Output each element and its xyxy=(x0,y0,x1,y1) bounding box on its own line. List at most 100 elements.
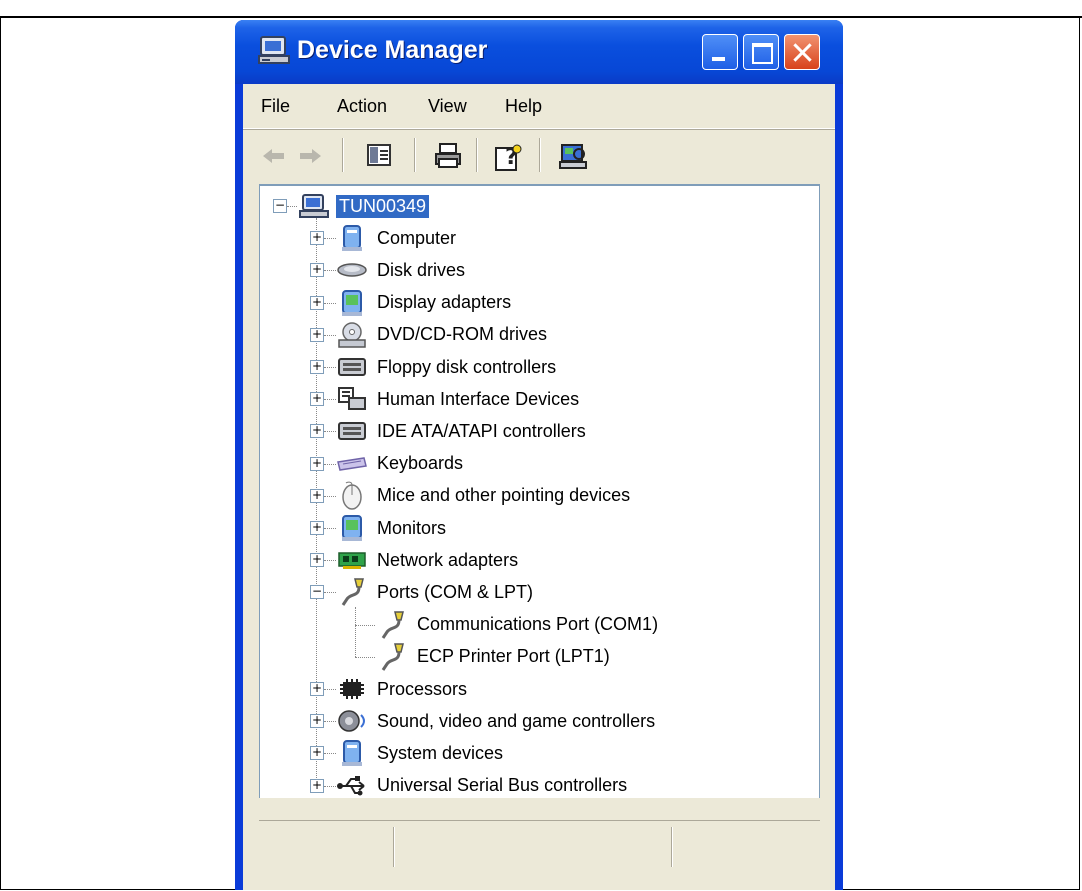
tree-connector xyxy=(324,592,336,594)
keyboard-icon xyxy=(336,450,368,478)
expand-toggle-11[interactable]: − xyxy=(310,585,324,600)
tree-connector xyxy=(324,431,336,433)
expand-toggle-3[interactable]: + xyxy=(310,327,324,342)
tree-node-label: TUN00349 xyxy=(336,194,430,218)
back-icon[interactable] xyxy=(261,146,287,166)
tree-node-label: Universal Serial Bus controllers xyxy=(377,775,628,796)
tree-category-node[interactable]: Keyboards xyxy=(336,450,466,478)
tree-node-label: Processors xyxy=(377,678,468,699)
tree-connector xyxy=(324,238,336,240)
expand-toggle-5[interactable]: + xyxy=(310,392,324,407)
device-manager-icon xyxy=(258,36,290,64)
tree-category-node[interactable]: System devices xyxy=(336,739,506,767)
tree-category-node[interactable]: DVD/CD-ROM drives xyxy=(336,321,550,349)
maximize-button[interactable] xyxy=(743,34,779,70)
toolbar-separator xyxy=(414,138,416,172)
expand-toggle-7[interactable]: + xyxy=(310,456,324,471)
mouse-icon xyxy=(336,481,368,510)
tree-node-label: Disk drives xyxy=(377,259,466,280)
device-manager-window: Device Manager File Action View Help ? −… xyxy=(235,20,843,890)
expand-toggle-10[interactable]: + xyxy=(310,553,324,568)
tree-node-label: Display adapters xyxy=(377,292,512,313)
window-title: Device Manager xyxy=(297,36,488,64)
ide-controller-icon xyxy=(336,417,368,445)
tree-node-label: Network adapters xyxy=(377,549,519,570)
tree-connector xyxy=(324,302,336,304)
sound-icon xyxy=(336,707,368,735)
expand-toggle-9[interactable]: + xyxy=(310,521,324,535)
system-device-icon xyxy=(336,739,368,767)
processor-icon xyxy=(336,675,368,703)
port-icon xyxy=(376,643,408,671)
tree-node-label: Floppy disk controllers xyxy=(377,356,557,377)
tree-category-node[interactable]: Mice and other pointing devices xyxy=(336,481,633,510)
tree-connector xyxy=(324,399,336,401)
help-icon[interactable]: ? xyxy=(493,142,523,172)
tree-connector xyxy=(324,753,336,755)
tree-category-node[interactable]: Sound, video and game controllers xyxy=(336,707,658,735)
expand-toggle-4[interactable]: + xyxy=(310,360,324,374)
expand-toggle-14[interactable]: + xyxy=(310,746,324,761)
expand-toggle-0[interactable]: + xyxy=(310,231,324,246)
tree-category-node[interactable]: Floppy disk controllers xyxy=(336,353,559,381)
menu-action[interactable]: Action xyxy=(337,96,387,117)
tree-category-node[interactable]: Monitors xyxy=(336,514,449,542)
expand-toggle-1[interactable]: + xyxy=(310,263,324,278)
tree-root-node[interactable]: TUN00349 xyxy=(298,192,430,220)
tree-connector xyxy=(324,689,336,690)
scan-hardware-icon[interactable] xyxy=(559,142,587,170)
print-icon[interactable] xyxy=(433,142,463,170)
tree-connector xyxy=(324,560,336,562)
status-bar xyxy=(259,820,820,875)
menu-view[interactable]: View xyxy=(428,96,467,117)
tree-category-node[interactable]: Processors xyxy=(336,675,470,703)
tree-category-node[interactable]: Computer xyxy=(336,224,459,252)
show-hide-console-tree-icon[interactable] xyxy=(366,142,392,168)
forward-icon[interactable] xyxy=(297,146,323,166)
tree-category-node[interactable]: Disk drives xyxy=(336,256,468,284)
tree-category-node[interactable]: Universal Serial Bus controllers xyxy=(336,772,630,800)
display-adapter-icon xyxy=(336,289,368,317)
tree-category-node[interactable]: Human Interface Devices xyxy=(336,385,582,413)
tree-connector xyxy=(324,463,336,465)
tree-connector xyxy=(324,721,336,723)
expand-toggle-2[interactable]: + xyxy=(310,295,324,310)
port-icon xyxy=(376,610,408,639)
tree-node-label: DVD/CD-ROM drives xyxy=(377,324,548,345)
tree-connector xyxy=(287,206,297,207)
root-collapse-toggle[interactable]: − xyxy=(273,199,287,213)
status-bar-divider xyxy=(671,827,673,867)
tree-category-node[interactable]: Network adapters xyxy=(336,546,521,574)
tree-device-node[interactable]: Communications Port (COM1) xyxy=(376,610,661,639)
tree-category-node[interactable]: Display adapters xyxy=(336,289,514,317)
monitor-icon xyxy=(336,514,368,542)
tree-connector xyxy=(324,495,336,497)
menu-file[interactable]: File xyxy=(261,96,290,117)
expand-toggle-15[interactable]: + xyxy=(310,778,324,793)
tree-device-node[interactable]: ECP Printer Port (LPT1) xyxy=(376,643,613,671)
device-tree[interactable]: − TUN00349 + Computer + Disk drives + Display a… xyxy=(259,184,820,798)
hid-icon xyxy=(336,385,368,413)
minimize-button[interactable] xyxy=(702,34,738,70)
tree-node-label: Communications Port (COM1) xyxy=(417,614,659,635)
expand-toggle-12[interactable]: + xyxy=(310,682,324,696)
tree-connector xyxy=(355,624,375,626)
expand-toggle-13[interactable]: + xyxy=(310,714,324,729)
tree-category-node[interactable]: IDE ATA/ATAPI controllers xyxy=(336,417,589,445)
menu-help[interactable]: Help xyxy=(505,96,542,117)
close-button[interactable] xyxy=(784,34,820,70)
tree-connector xyxy=(355,656,375,658)
menu-bar: File Action View Help xyxy=(243,84,835,129)
tree-connector xyxy=(324,334,336,336)
usb-icon xyxy=(336,772,368,800)
tree-node-label: Computer xyxy=(377,227,457,248)
computer-icon xyxy=(336,224,368,252)
expand-toggle-8[interactable]: + xyxy=(310,488,324,503)
root-computer-icon xyxy=(298,192,330,220)
expand-toggle-6[interactable]: + xyxy=(310,424,324,439)
tree-connector xyxy=(324,785,336,787)
tree-node-label: Human Interface Devices xyxy=(377,388,580,409)
title-bar[interactable]: Device Manager xyxy=(235,20,843,84)
window-client-area: File Action View Help ? − TUN00349 + Com… xyxy=(243,84,835,890)
tree-category-node[interactable]: Ports (COM & LPT) xyxy=(336,578,536,607)
